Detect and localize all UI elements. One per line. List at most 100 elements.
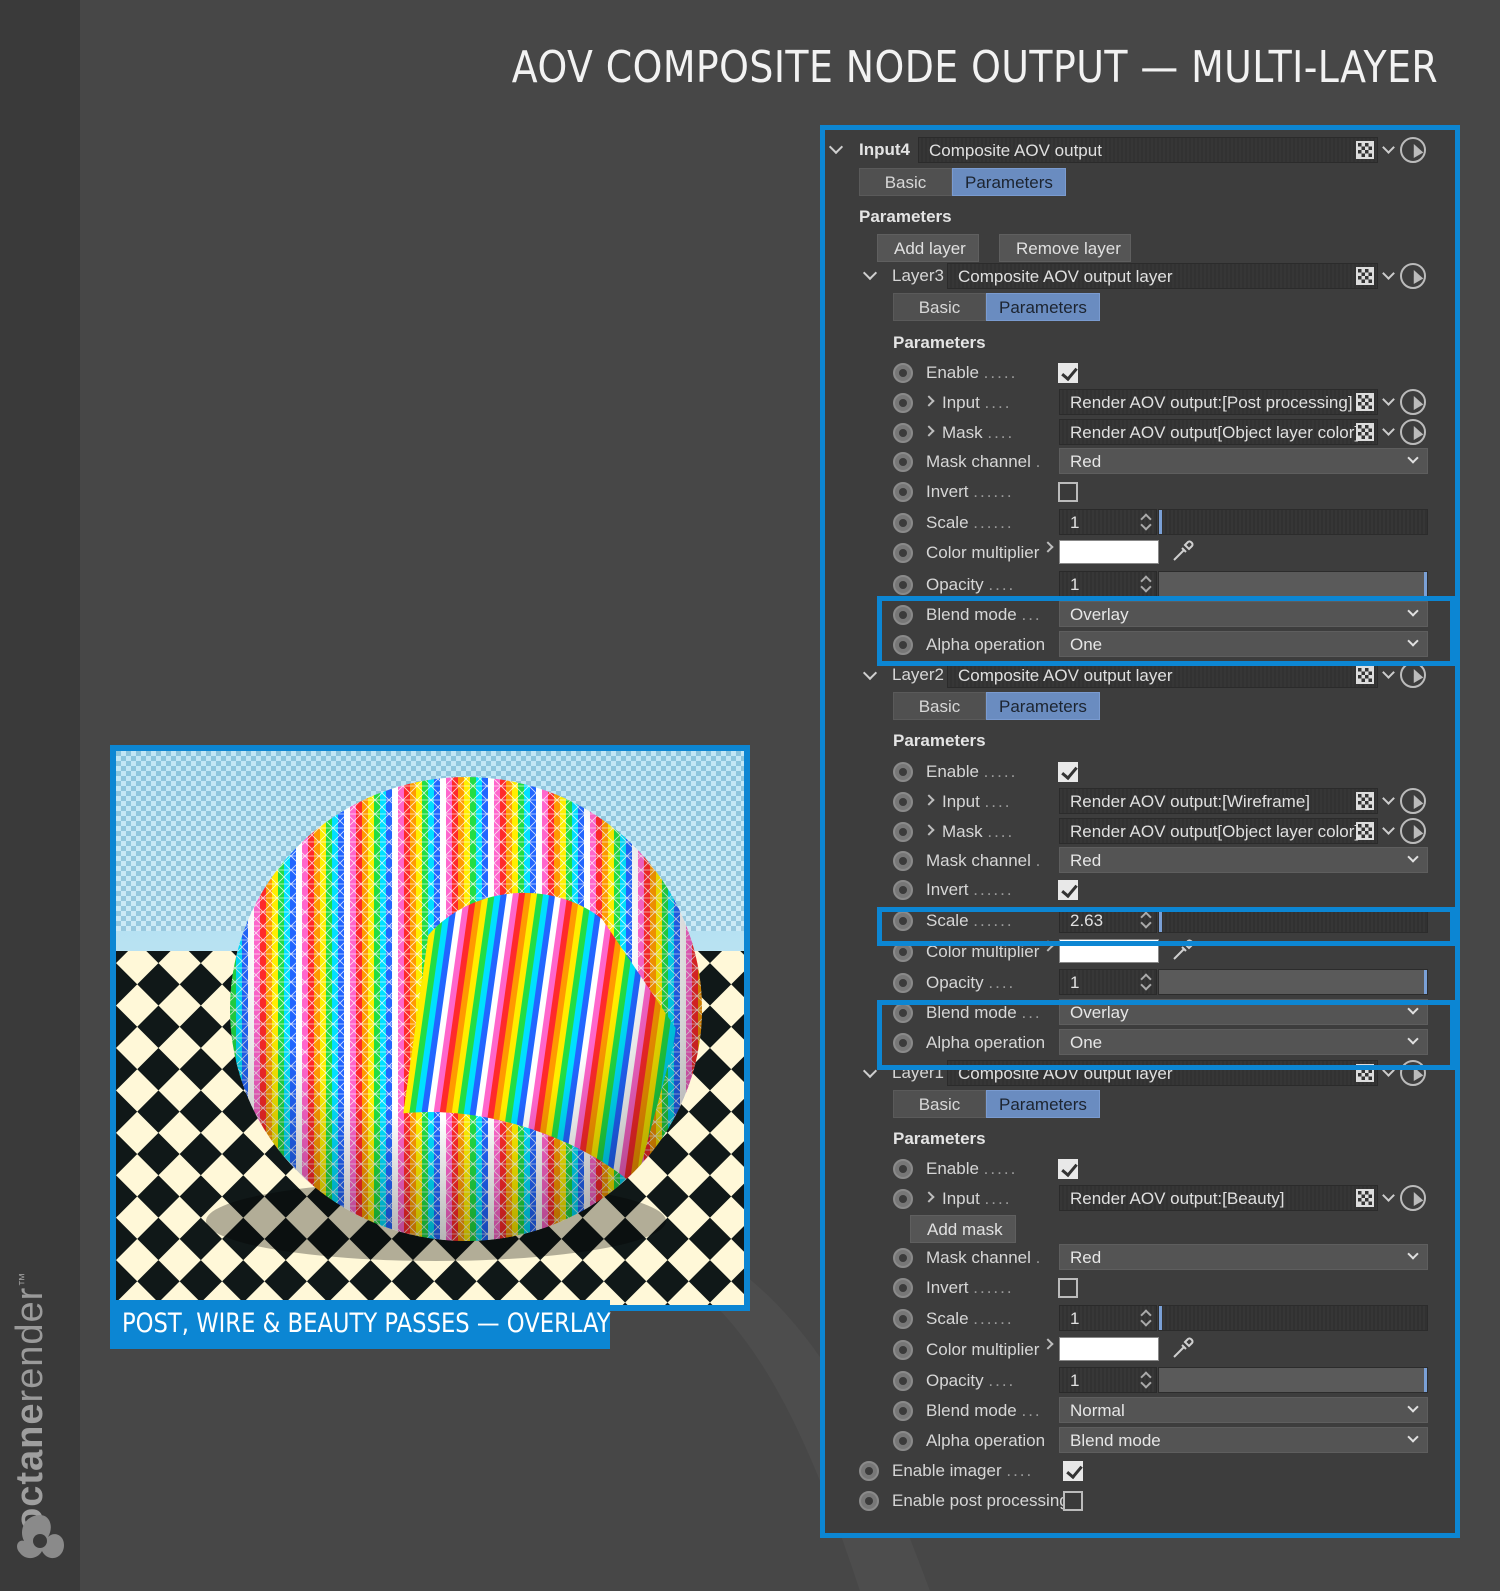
enable-imager-checkbox[interactable] — [1063, 1461, 1083, 1481]
blend-mode-dropdown[interactable]: Normal — [1059, 1397, 1428, 1423]
opacity-slider[interactable] — [1158, 571, 1428, 597]
scale-slider[interactable] — [1158, 907, 1428, 933]
add-mask-button[interactable]: Add mask — [910, 1215, 1016, 1243]
pin-icon[interactable] — [893, 1248, 913, 1268]
pin-icon[interactable] — [893, 1033, 913, 1053]
enable-checkbox[interactable] — [1058, 762, 1078, 782]
node-picker-icon[interactable] — [1400, 818, 1426, 844]
node-picker-icon[interactable] — [1400, 389, 1426, 415]
tab-basic[interactable]: Basic — [893, 1090, 986, 1118]
tab-parameters[interactable]: Parameters — [986, 293, 1100, 321]
pin-icon[interactable] — [893, 942, 913, 962]
invert-checkbox[interactable] — [1058, 482, 1078, 502]
node-picker-icon[interactable] — [1400, 788, 1426, 814]
eyedropper-icon[interactable] — [1170, 1335, 1196, 1361]
pin-icon[interactable] — [893, 1189, 913, 1209]
alpha-operation-dropdown[interactable]: One — [1059, 631, 1428, 657]
expand-chevron-icon[interactable] — [923, 824, 935, 836]
tab-basic[interactable]: Basic — [859, 168, 952, 196]
pin-icon[interactable] — [859, 1491, 879, 1511]
pin-icon[interactable] — [893, 762, 913, 782]
expand-chevron-icon[interactable] — [923, 794, 935, 806]
invert-checkbox[interactable] — [1058, 1278, 1078, 1298]
mask-field[interactable]: Render AOV output[Object layer color] — [1059, 419, 1378, 445]
scale-slider[interactable] — [1158, 1305, 1428, 1331]
node-picker-icon[interactable] — [1400, 1060, 1426, 1086]
pin-icon[interactable] — [893, 393, 913, 413]
dropdown-arrow-icon[interactable] — [1382, 662, 1396, 688]
blend-mode-dropdown[interactable]: Overlay — [1059, 601, 1428, 627]
expand-chevron-icon[interactable] — [923, 395, 935, 407]
alpha-operation-dropdown[interactable]: One — [1059, 1029, 1428, 1055]
dropdown-arrow-icon[interactable] — [1382, 1060, 1396, 1086]
pin-icon[interactable] — [893, 851, 913, 871]
mask-channel-dropdown[interactable]: Red — [1059, 1244, 1428, 1270]
input-field[interactable]: Render AOV output:[Beauty] — [1059, 1185, 1378, 1211]
dropdown-arrow-icon[interactable] — [1382, 818, 1396, 844]
layer-type[interactable]: Composite AOV output layer — [947, 1060, 1378, 1086]
pin-icon[interactable] — [893, 423, 913, 443]
alpha-operation-dropdown[interactable]: Blend mode — [1059, 1427, 1428, 1453]
pin-icon[interactable] — [893, 635, 913, 655]
blend-mode-dropdown[interactable]: Overlay — [1059, 999, 1428, 1025]
pin-icon[interactable] — [893, 1401, 913, 1421]
pin-icon[interactable] — [893, 973, 913, 993]
pin-icon[interactable] — [893, 1371, 913, 1391]
expand-chevron-icon[interactable] — [1042, 940, 1054, 952]
opacity-slider[interactable] — [1158, 969, 1428, 995]
opacity-input[interactable]: 1 — [1059, 969, 1157, 995]
dropdown-arrow-icon[interactable] — [1382, 137, 1396, 163]
node-grid-icon[interactable] — [1356, 822, 1374, 840]
enable-post-processing-checkbox[interactable] — [1063, 1491, 1083, 1511]
pin-icon[interactable] — [893, 1003, 913, 1023]
opacity-input[interactable]: 1 — [1059, 571, 1157, 597]
scale-input[interactable]: 2.63 — [1059, 907, 1157, 933]
mask-channel-dropdown[interactable]: Red — [1059, 448, 1428, 474]
pin-icon[interactable] — [893, 482, 913, 502]
tab-parameters[interactable]: Parameters — [986, 692, 1100, 720]
node-grid-icon[interactable] — [1356, 1064, 1374, 1082]
mask-channel-dropdown[interactable]: Red — [1059, 847, 1428, 873]
eyedropper-icon[interactable] — [1170, 538, 1196, 564]
remove-layer-button[interactable]: Remove layer — [999, 234, 1131, 262]
spinner-arrows-icon[interactable] — [1140, 574, 1152, 594]
node-grid-icon[interactable] — [1356, 141, 1374, 159]
invert-checkbox[interactable] — [1058, 880, 1078, 900]
layer-type[interactable]: Composite AOV output layer — [947, 662, 1378, 688]
pin-icon[interactable] — [893, 1431, 913, 1451]
pin-icon[interactable] — [893, 575, 913, 595]
tab-basic[interactable]: Basic — [893, 293, 986, 321]
collapse-chevron-icon[interactable] — [862, 1063, 878, 1079]
add-layer-button[interactable]: Add layer — [877, 234, 979, 262]
spinner-arrows-icon[interactable] — [1140, 512, 1152, 532]
expand-chevron-icon[interactable] — [1042, 541, 1054, 553]
spinner-arrows-icon[interactable] — [1140, 972, 1152, 992]
dropdown-arrow-icon[interactable] — [1382, 389, 1396, 415]
node-grid-icon[interactable] — [1356, 666, 1374, 684]
collapse-chevron-icon[interactable] — [828, 139, 844, 155]
opacity-slider[interactable] — [1158, 1367, 1428, 1393]
pin-icon[interactable] — [893, 1278, 913, 1298]
spinner-arrows-icon[interactable] — [1140, 1308, 1152, 1328]
color-swatch[interactable] — [1059, 540, 1159, 564]
expand-chevron-icon[interactable] — [923, 1191, 935, 1203]
pin-icon[interactable] — [893, 513, 913, 533]
mask-field[interactable]: Render AOV output[Object layer color] — [1059, 818, 1378, 844]
node-grid-icon[interactable] — [1356, 393, 1374, 411]
input-field[interactable]: Render AOV output:[Wireframe] — [1059, 788, 1378, 814]
color-swatch[interactable] — [1059, 1337, 1159, 1361]
collapse-chevron-icon[interactable] — [862, 665, 878, 681]
pin-icon[interactable] — [859, 1461, 879, 1481]
pin-icon[interactable] — [893, 1309, 913, 1329]
tab-parameters[interactable]: Parameters — [952, 168, 1066, 196]
node-grid-icon[interactable] — [1356, 423, 1374, 441]
enable-checkbox[interactable] — [1058, 1159, 1078, 1179]
pin-icon[interactable] — [893, 1340, 913, 1360]
pin-icon[interactable] — [893, 363, 913, 383]
dropdown-arrow-icon[interactable] — [1382, 788, 1396, 814]
dropdown-arrow-icon[interactable] — [1382, 419, 1396, 445]
node-picker-icon[interactable] — [1400, 419, 1426, 445]
node-grid-icon[interactable] — [1356, 267, 1374, 285]
scale-slider[interactable] — [1158, 509, 1428, 535]
pin-icon[interactable] — [893, 1159, 913, 1179]
